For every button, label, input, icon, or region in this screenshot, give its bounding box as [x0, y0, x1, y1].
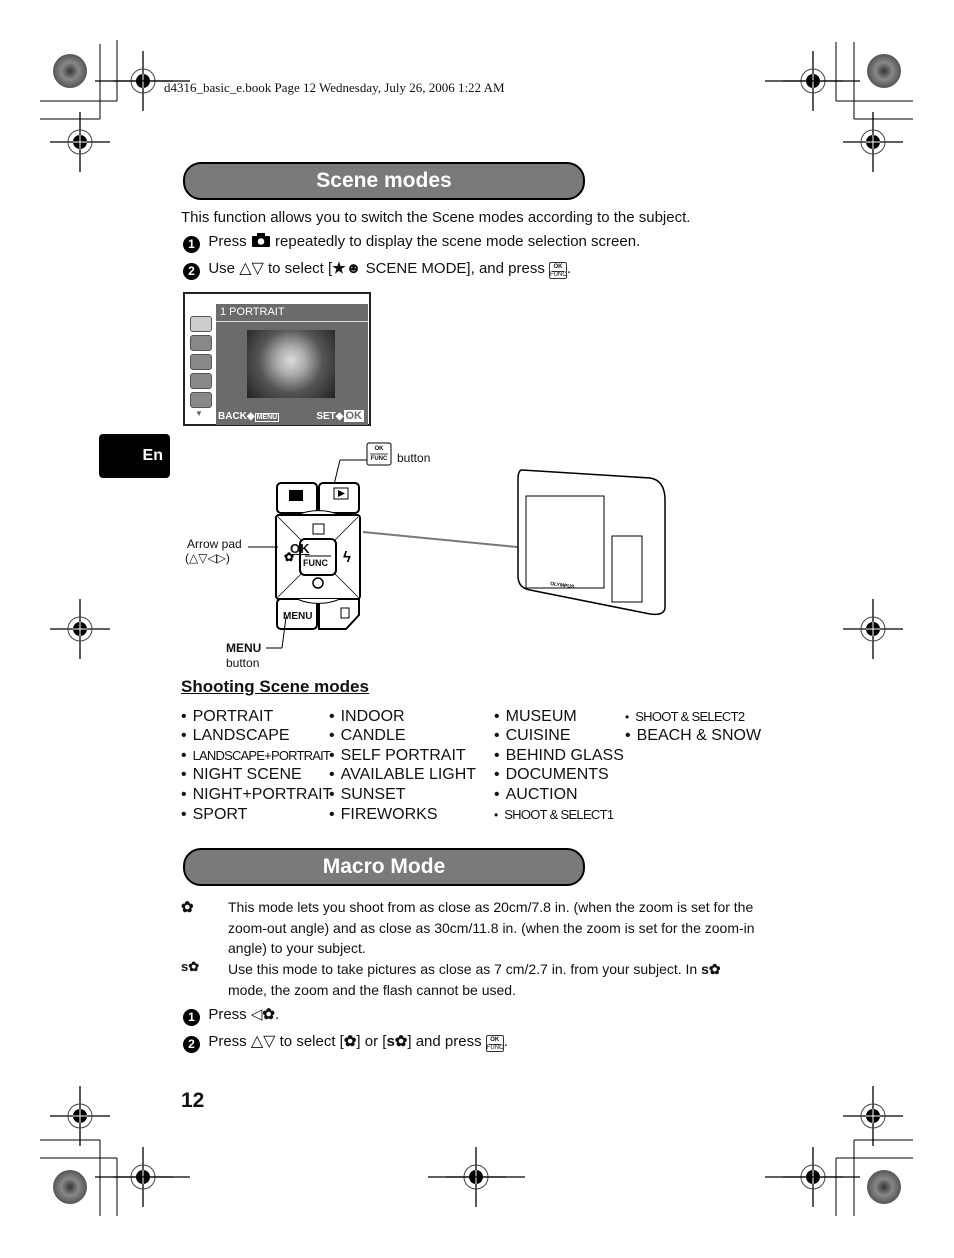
list-item: • NIGHT+PORTRAIT	[181, 786, 333, 803]
list-item: • SHOOT & SELECT1	[494, 807, 614, 822]
night-scene-icon	[190, 373, 212, 389]
func-key-label: FUNC	[303, 558, 328, 568]
macro-icon: ✿	[343, 1033, 357, 1050]
list-item: • BEHIND GLASS	[494, 747, 624, 764]
list-item: • PORTRAIT	[181, 708, 274, 725]
portrait-preview-image	[247, 330, 335, 398]
night-portrait-icon	[190, 392, 212, 408]
list-item: • SPORT	[181, 806, 248, 823]
arrow-pad-glyphs: (△▽◁▷)	[185, 551, 230, 565]
list-item: • AUCTION	[494, 786, 578, 803]
list-item: • CUISINE	[494, 727, 571, 744]
list-item: • DOCUMENTS	[494, 766, 609, 783]
macro-icon: ✿	[262, 1006, 275, 1023]
page-number: 12	[181, 1089, 205, 1112]
color-target-icon	[53, 54, 87, 88]
list-item: • INDOOR	[329, 708, 405, 725]
camera-controls-diagram: ✿ ϟ OLYMPUS	[248, 442, 666, 649]
macro-step-2: 2 Press △▽ to select [✿] or [s✿] and pre…	[183, 1032, 508, 1053]
ok-func-icon: OK FUNC	[549, 262, 567, 279]
list-item: • LANDSCAPE+PORTRAIT	[181, 747, 331, 764]
macro-icon: ✿	[181, 899, 194, 916]
language-tab: En	[99, 434, 170, 478]
up-down-arrows-icon: △▽	[239, 260, 264, 277]
step-number: 1	[183, 236, 200, 253]
step-2: 2 Use △▽ to select [★☻ SCENE MODE], and …	[183, 259, 571, 280]
ok-icon: OK	[343, 410, 364, 422]
list-item: • BEACH & SNOW	[625, 727, 762, 744]
list-item: • NIGHT SCENE	[181, 766, 302, 783]
color-target-icon	[53, 1170, 87, 1204]
shooting-scene-modes-heading: Shooting Scene modes	[181, 677, 369, 696]
intro-text: This function allows you to switch the S…	[181, 209, 691, 226]
left-arrow-icon: ◁	[250, 1006, 263, 1023]
scroll-down-icon: ▼	[195, 409, 203, 418]
section-banner-scene-modes: Scene modes	[183, 162, 585, 200]
landscape-icon	[190, 335, 212, 351]
list-item: • SUNSET	[329, 786, 406, 803]
lcd-title: 1 PORTRAIT	[220, 306, 285, 318]
step-number: 2	[183, 263, 200, 280]
menu-caption-bold: MENU	[226, 641, 262, 655]
ok-func-icon: OK FUNC	[485, 1035, 504, 1052]
exposure-icon	[312, 523, 325, 535]
super-macro-icon: s✿	[386, 1033, 408, 1050]
lcd-scene-menu-screen: ▼ 1 PORTRAIT BACK◆ MENU SET◆ OK	[183, 292, 371, 426]
menu-key-label: MENU	[283, 611, 313, 622]
list-item: • MUSEUM	[494, 708, 577, 725]
menu-caption: button	[226, 656, 260, 670]
landscape-portrait-icon	[190, 354, 212, 370]
lcd-bottom-bar: BACK◆ MENU SET◆ OK	[216, 410, 368, 425]
color-target-icon	[867, 54, 901, 88]
camera-icon	[251, 233, 271, 247]
up-down-arrows-icon: △▽	[250, 1033, 276, 1050]
macro-description: This mode lets you shoot from as close a…	[228, 899, 755, 956]
step-number: 2	[183, 1036, 200, 1053]
arrow-pad-caption: Arrow pad	[187, 537, 242, 551]
step-number: 1	[183, 1009, 200, 1026]
ok-button-caption: button	[397, 451, 431, 465]
scene-mode-icon: ★☻	[332, 260, 362, 277]
color-target-icon	[867, 1170, 901, 1204]
super-macro-description: Use this mode to take pictures as close …	[228, 961, 721, 998]
flash-icon: ϟ	[343, 549, 351, 566]
list-item: • LANDSCAPE	[181, 727, 290, 744]
portrait-icon	[190, 316, 212, 332]
super-macro-icon: s✿	[701, 961, 721, 977]
macro-step-1: 1 Press ◁✿.	[183, 1005, 279, 1026]
list-item: • SELF PORTRAIT	[329, 747, 466, 764]
menu-icon: MENU	[254, 413, 280, 422]
file-meta: d4316_basic_e.book Page 12 Wednesday, Ju…	[164, 80, 505, 95]
list-item: • AVAILABLE LIGHT	[329, 766, 477, 783]
ok-key-label: OK	[290, 541, 310, 556]
lcd-display: 1 PORTRAIT	[216, 304, 368, 412]
list-item: • SHOOT & SELECT2	[625, 709, 745, 724]
step-1: 1 Press repeatedly to display the scene …	[183, 233, 640, 253]
camera-icon	[289, 490, 303, 501]
super-macro-icon: s✿	[181, 959, 200, 974]
section-banner-macro-mode: Macro Mode	[183, 848, 585, 886]
list-item: • CANDLE	[329, 727, 406, 744]
list-item: • FIREWORKS	[329, 806, 438, 823]
